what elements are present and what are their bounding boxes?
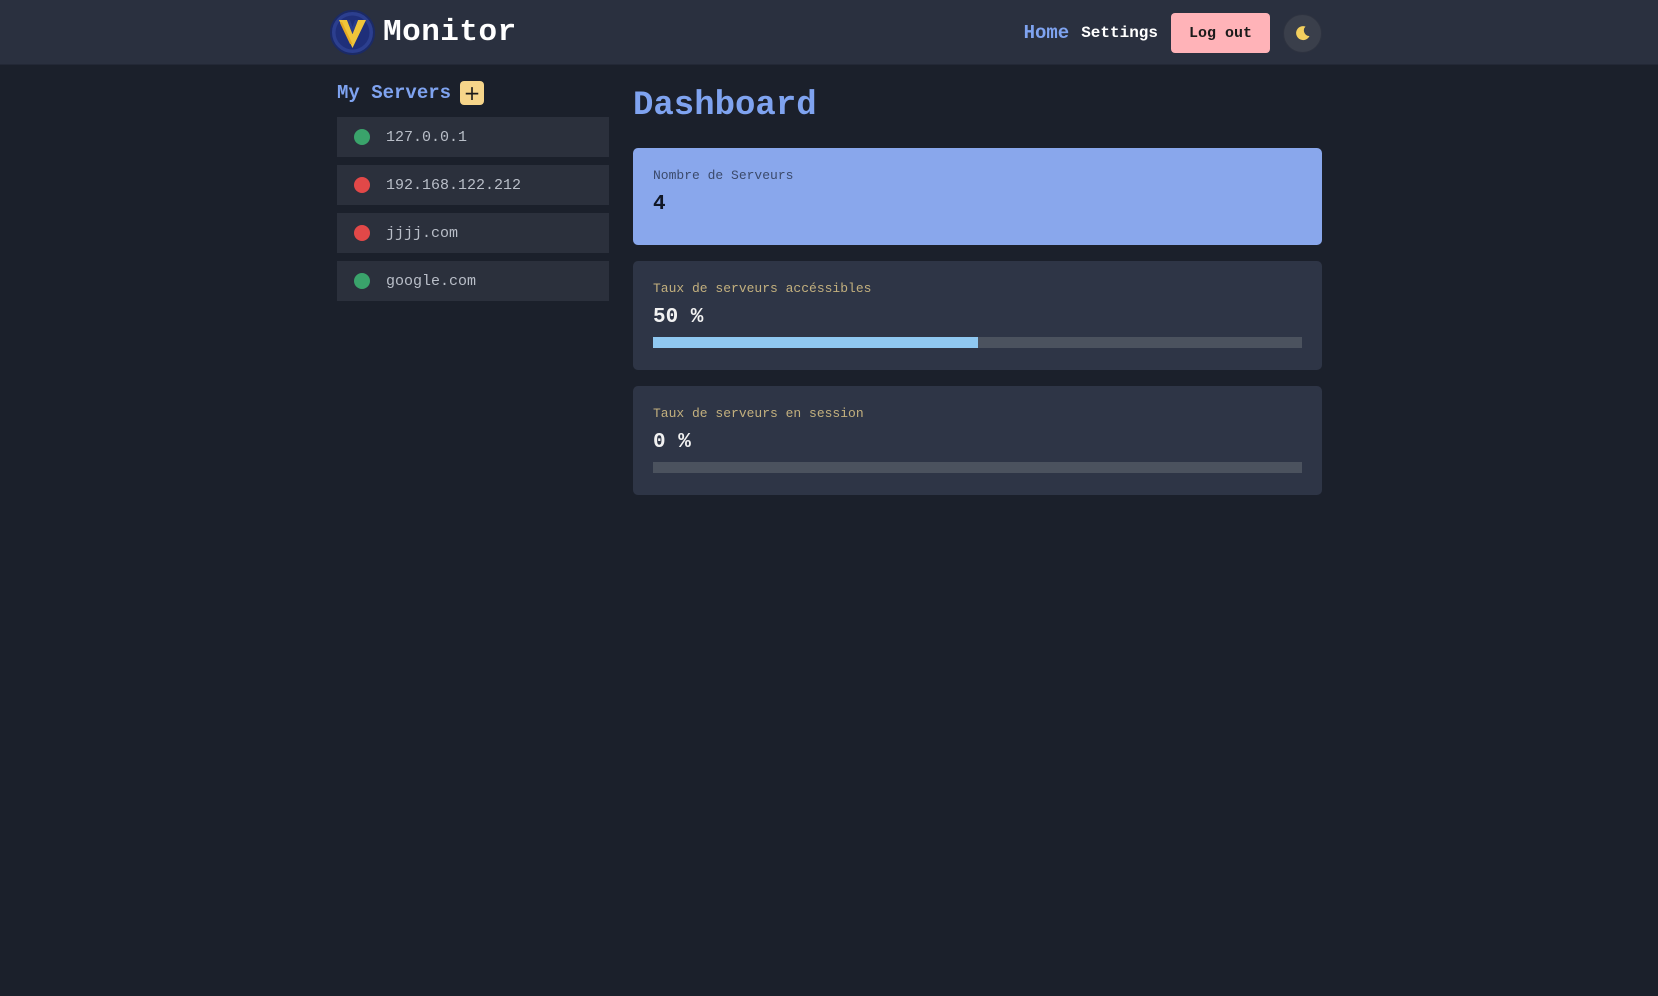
brand-name: Monitor xyxy=(383,15,517,50)
nav-home-link[interactable]: Home xyxy=(1024,22,1070,44)
status-down-icon xyxy=(354,177,370,193)
status-up-icon xyxy=(354,129,370,145)
logout-button[interactable]: Log out xyxy=(1171,13,1270,53)
server-list-item[interactable]: jjjj.com xyxy=(337,213,609,253)
progress-bar xyxy=(653,462,1302,473)
top-navbar: Monitor Home Settings Log out xyxy=(0,0,1658,65)
moon-icon xyxy=(1295,26,1309,41)
card-label: Taux de serveurs accéssibles xyxy=(653,281,872,296)
accessible-rate-card: Taux de serveurs accéssibles 50 % xyxy=(633,261,1322,370)
card-label: Taux de serveurs en session xyxy=(653,406,864,421)
server-list-item[interactable]: 192.168.122.212 xyxy=(337,165,609,205)
navbar-inner: Monitor Home Settings Log out xyxy=(330,0,1322,65)
nav-settings-link[interactable]: Settings xyxy=(1081,24,1158,42)
status-up-icon xyxy=(354,273,370,289)
card-value: 50 % xyxy=(653,306,704,329)
server-name: 192.168.122.212 xyxy=(386,176,522,194)
brand[interactable]: Monitor xyxy=(330,10,517,55)
logo-icon xyxy=(330,10,375,55)
card-label: Nombre de Serveurs xyxy=(653,168,794,183)
server-sidebar: My Servers + 127.0.0.1 192.168.122.212 j… xyxy=(337,78,609,309)
server-count-card: Nombre de Serveurs 4 xyxy=(633,148,1322,245)
server-name: google.com xyxy=(386,272,477,290)
server-name: 127.0.0.1 xyxy=(386,128,468,146)
card-value: 4 xyxy=(653,193,666,216)
server-name: jjjj.com xyxy=(386,224,459,242)
progress-fill xyxy=(653,337,978,348)
page-title: Dashboard xyxy=(633,87,817,125)
server-list-item[interactable]: 127.0.0.1 xyxy=(337,117,609,157)
progress-bar xyxy=(653,337,1302,348)
main-nav: Home Settings Log out xyxy=(1024,13,1322,53)
add-server-button[interactable]: + xyxy=(460,81,485,105)
server-list: 127.0.0.1 192.168.122.212 jjjj.com googl… xyxy=(337,117,609,301)
theme-toggle-button[interactable] xyxy=(1283,13,1322,53)
dashboard-main: Dashboard Nombre de Serveurs 4 Taux de s… xyxy=(633,86,1322,495)
status-down-icon xyxy=(354,225,370,241)
sidebar-header: My Servers + xyxy=(337,78,609,108)
card-value: 0 % xyxy=(653,431,691,454)
server-list-item[interactable]: google.com xyxy=(337,261,609,301)
session-rate-card: Taux de serveurs en session 0 % xyxy=(633,386,1322,495)
sidebar-title: My Servers xyxy=(337,82,452,104)
